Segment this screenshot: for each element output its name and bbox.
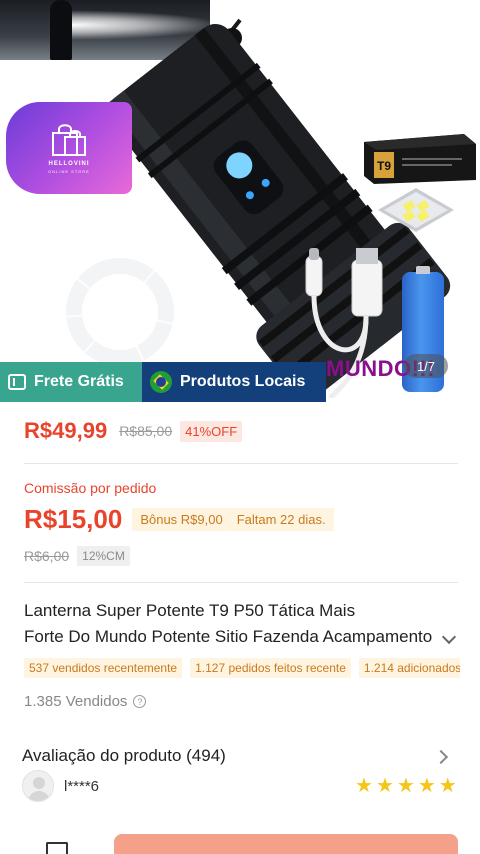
chevron-right-icon[interactable] bbox=[433, 749, 449, 765]
brazil-flag-icon bbox=[150, 371, 172, 393]
days-left-badge: Faltam 22 dias. bbox=[230, 508, 334, 531]
shipping-ticket-icon bbox=[8, 374, 26, 390]
original-price: R$85,00 bbox=[119, 423, 173, 439]
store-logo-subtitle: ONLINE STORE bbox=[48, 168, 90, 174]
rating-stars: ★ ★ ★ ★ ★ bbox=[352, 776, 457, 796]
product-image-carousel[interactable]: HELLOVINI ONLINE STORE T9 MUNDO!!! 1/7 bbox=[0, 0, 480, 402]
free-shipping-label: Frete Grátis bbox=[34, 373, 124, 390]
star-icon: ★ bbox=[417, 775, 436, 797]
package-box-image: T9 bbox=[364, 134, 476, 184]
local-products-label: Produtos Locais bbox=[180, 373, 306, 390]
commission-value: R$15,00 bbox=[24, 504, 123, 534]
star-icon: ★ bbox=[396, 775, 415, 797]
stat-badge: 1.214 adicionados bbox=[358, 658, 460, 678]
stat-badge: 537 vendidos recentemente bbox=[24, 658, 183, 678]
reviewer-avatar bbox=[22, 770, 54, 802]
sales-stats-row: 537 vendidos recentemente 1.127 pedidos … bbox=[24, 658, 460, 678]
commission-old-value: R$6,00 bbox=[24, 548, 70, 564]
commission-rate-badge: 12%CM bbox=[77, 546, 130, 566]
svg-text:T9: T9 bbox=[377, 159, 391, 173]
star-icon: ★ bbox=[438, 775, 457, 797]
commission-row: R$15,00 Bônus R$9,00 Faltam 22 dias. bbox=[24, 504, 334, 535]
commission-label: Comissão por pedido bbox=[24, 480, 157, 496]
current-price: R$49,99 bbox=[24, 418, 108, 443]
bottom-action-bar bbox=[0, 822, 480, 854]
store-icon[interactable] bbox=[46, 842, 68, 854]
sold-count: 1.385 Vendidos bbox=[24, 693, 128, 710]
product-page: HELLOVINI ONLINE STORE T9 MUNDO!!! 1/7 F… bbox=[0, 0, 480, 854]
divider bbox=[24, 582, 458, 583]
store-logo: HELLOVINI ONLINE STORE bbox=[6, 102, 132, 194]
product-rating-title[interactable]: Avaliação do produto (494) bbox=[22, 746, 226, 766]
product-title[interactable]: Lanterna Super Potente T9 P50 Tática Mai… bbox=[24, 598, 454, 650]
free-shipping-badge: Frete Grátis bbox=[0, 362, 142, 402]
commission-old-row: R$6,00 12%CM bbox=[24, 546, 130, 566]
store-logo-name: HELLOVINI bbox=[48, 160, 90, 167]
image-page-counter: 1/7 bbox=[404, 354, 448, 378]
shopping-bag-icon bbox=[52, 123, 86, 156]
star-icon: ★ bbox=[355, 775, 373, 797]
discount-badge: 41%OFF bbox=[180, 420, 243, 442]
buy-button[interactable] bbox=[114, 834, 458, 854]
review-item: l****6 ★ ★ ★ ★ ★ bbox=[22, 770, 462, 804]
product-title-line-2: Forte Do Mundo Potente Sitio Fazenda Aca… bbox=[24, 627, 433, 646]
led-chip-image bbox=[378, 188, 454, 232]
info-icon[interactable]: ? bbox=[133, 695, 147, 708]
product-title-line-1: Lanterna Super Potente T9 P50 Tática Mai… bbox=[24, 601, 356, 620]
divider bbox=[24, 463, 458, 464]
local-products-badge: Produtos Locais bbox=[142, 362, 326, 402]
price-row: R$49,99 R$85,00 41%OFF bbox=[24, 418, 243, 444]
stat-badge: 1.127 pedidos feitos recente bbox=[190, 658, 351, 678]
sold-count-row: 1.385 Vendidos ? bbox=[24, 693, 147, 710]
bonus-badge: Bônus R$9,00 bbox=[132, 508, 231, 531]
star-icon: ★ bbox=[375, 775, 394, 797]
reviewer-name: l****6 bbox=[64, 778, 100, 795]
